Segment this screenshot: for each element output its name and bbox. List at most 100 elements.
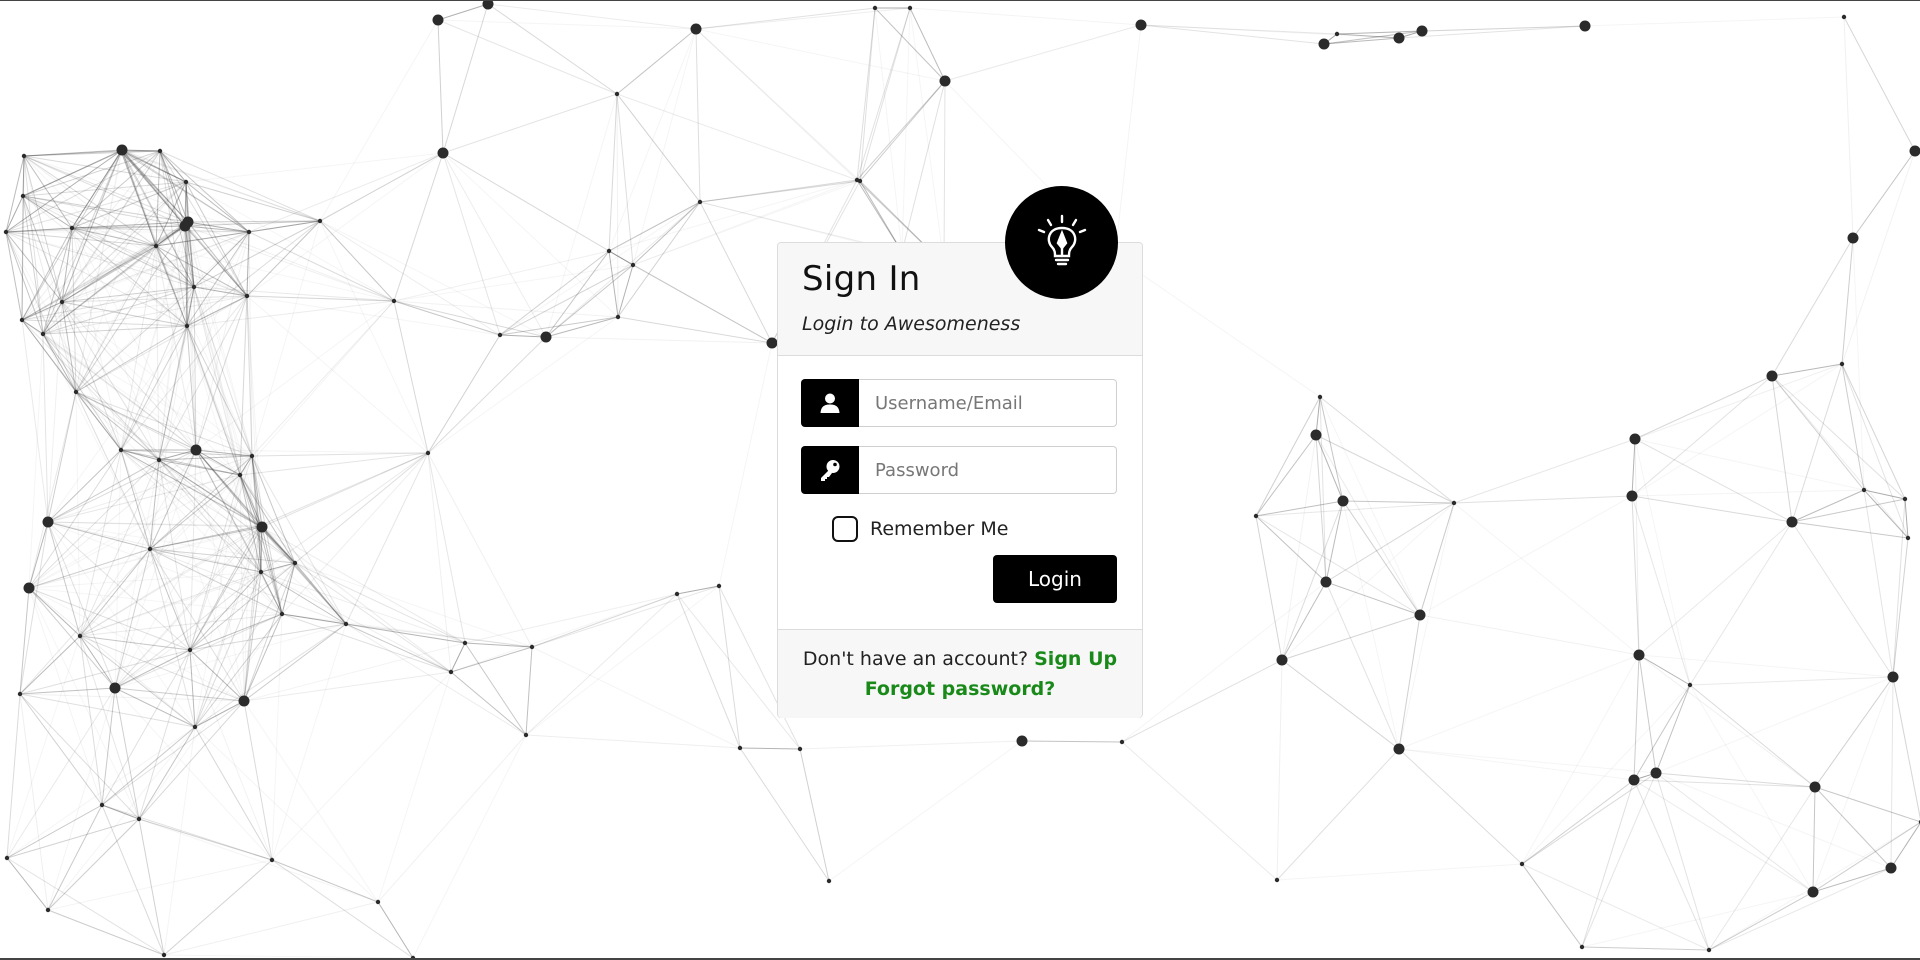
network-node bbox=[1414, 609, 1426, 621]
network-node bbox=[1519, 861, 1525, 867]
network-link bbox=[1633, 684, 1691, 781]
network-node bbox=[343, 621, 349, 627]
network-node bbox=[1334, 31, 1340, 37]
network-node bbox=[59, 299, 65, 305]
network-link bbox=[101, 726, 196, 806]
network-link bbox=[427, 334, 501, 454]
network-link bbox=[1276, 748, 1400, 881]
network-link bbox=[1521, 654, 1640, 865]
network-link bbox=[739, 747, 801, 750]
network-link bbox=[120, 286, 195, 451]
network-node bbox=[182, 216, 194, 228]
network-link bbox=[271, 859, 414, 959]
network-node bbox=[244, 293, 250, 299]
network-link bbox=[943, 80, 946, 265]
network-link bbox=[138, 700, 245, 820]
network-link bbox=[437, 3, 489, 21]
network-link bbox=[531, 585, 720, 648]
network-link bbox=[271, 623, 347, 861]
network-link bbox=[437, 19, 444, 154]
network-node bbox=[1135, 19, 1147, 31]
network-link bbox=[1791, 521, 1894, 678]
network-link bbox=[1453, 502, 1640, 656]
network-link bbox=[1521, 684, 1691, 865]
network-link bbox=[1421, 25, 1586, 32]
network-link bbox=[138, 649, 191, 820]
network-link bbox=[1255, 515, 1283, 661]
network-link bbox=[1634, 363, 1843, 440]
network-link bbox=[239, 300, 395, 476]
network-link bbox=[377, 671, 452, 903]
network-link bbox=[319, 152, 444, 222]
network-link bbox=[1581, 891, 1814, 948]
network-link bbox=[42, 333, 49, 523]
network-node bbox=[20, 193, 26, 199]
network-link bbox=[393, 152, 444, 302]
network-link bbox=[1255, 515, 1421, 616]
network-link bbox=[28, 587, 191, 651]
login-button[interactable]: Login bbox=[993, 555, 1117, 603]
network-link bbox=[1863, 489, 1906, 500]
network-node bbox=[529, 644, 535, 650]
network-link bbox=[246, 295, 395, 302]
network-node bbox=[258, 569, 264, 575]
network-node bbox=[1887, 671, 1899, 683]
network-link bbox=[6, 804, 103, 859]
network-link bbox=[28, 333, 44, 589]
network-link bbox=[1791, 498, 1906, 523]
network-node bbox=[797, 746, 803, 752]
network-link bbox=[1841, 237, 1854, 365]
network-link bbox=[114, 687, 140, 820]
network-node bbox=[1861, 487, 1867, 493]
network-link bbox=[695, 28, 858, 181]
network-link bbox=[114, 459, 160, 689]
remember-me-checkbox[interactable] bbox=[832, 516, 858, 542]
network-link bbox=[1890, 822, 1920, 869]
network-link bbox=[616, 93, 858, 181]
network-link bbox=[1398, 502, 1455, 750]
network-node bbox=[292, 560, 298, 566]
network-link bbox=[1655, 772, 1892, 869]
network-link bbox=[19, 649, 191, 695]
network-link bbox=[1281, 614, 1421, 661]
network-link bbox=[1114, 24, 1142, 257]
network-link bbox=[442, 152, 619, 318]
network-node bbox=[1687, 682, 1693, 688]
forgot-password-link[interactable]: Forgot password? bbox=[865, 678, 1056, 700]
network-link bbox=[1852, 150, 1916, 239]
network-link bbox=[251, 300, 395, 457]
network-link bbox=[1140, 24, 1400, 39]
network-node bbox=[1766, 370, 1778, 382]
network-link bbox=[1521, 772, 1657, 865]
network-link bbox=[1521, 779, 1635, 865]
network-link bbox=[393, 300, 501, 336]
network-node bbox=[183, 179, 189, 185]
network-link bbox=[1633, 654, 1640, 781]
network-link bbox=[260, 571, 466, 644]
network-link bbox=[828, 740, 1023, 882]
network-node bbox=[40, 331, 46, 337]
network-link bbox=[616, 93, 634, 266]
top-border bbox=[0, 0, 1920, 1]
network-node bbox=[425, 450, 431, 456]
network-link bbox=[1631, 375, 1773, 497]
network-link bbox=[1634, 375, 1773, 440]
network-link bbox=[5, 231, 23, 321]
username-group bbox=[801, 379, 1117, 427]
signup-link[interactable]: Sign Up bbox=[1034, 648, 1117, 670]
network-link bbox=[442, 93, 618, 154]
username-input[interactable] bbox=[859, 379, 1117, 427]
network-link bbox=[1655, 684, 1691, 774]
network-link bbox=[1814, 676, 1894, 788]
network-link bbox=[1791, 521, 1909, 539]
network-link bbox=[163, 859, 273, 956]
network-node bbox=[462, 640, 468, 646]
network-link bbox=[185, 181, 321, 222]
network-link bbox=[271, 671, 452, 861]
network-link bbox=[699, 201, 773, 344]
network-link bbox=[1419, 502, 1455, 616]
password-input[interactable] bbox=[859, 446, 1117, 494]
network-link bbox=[1841, 363, 1909, 539]
network-node bbox=[523, 732, 529, 738]
network-link bbox=[608, 201, 701, 252]
